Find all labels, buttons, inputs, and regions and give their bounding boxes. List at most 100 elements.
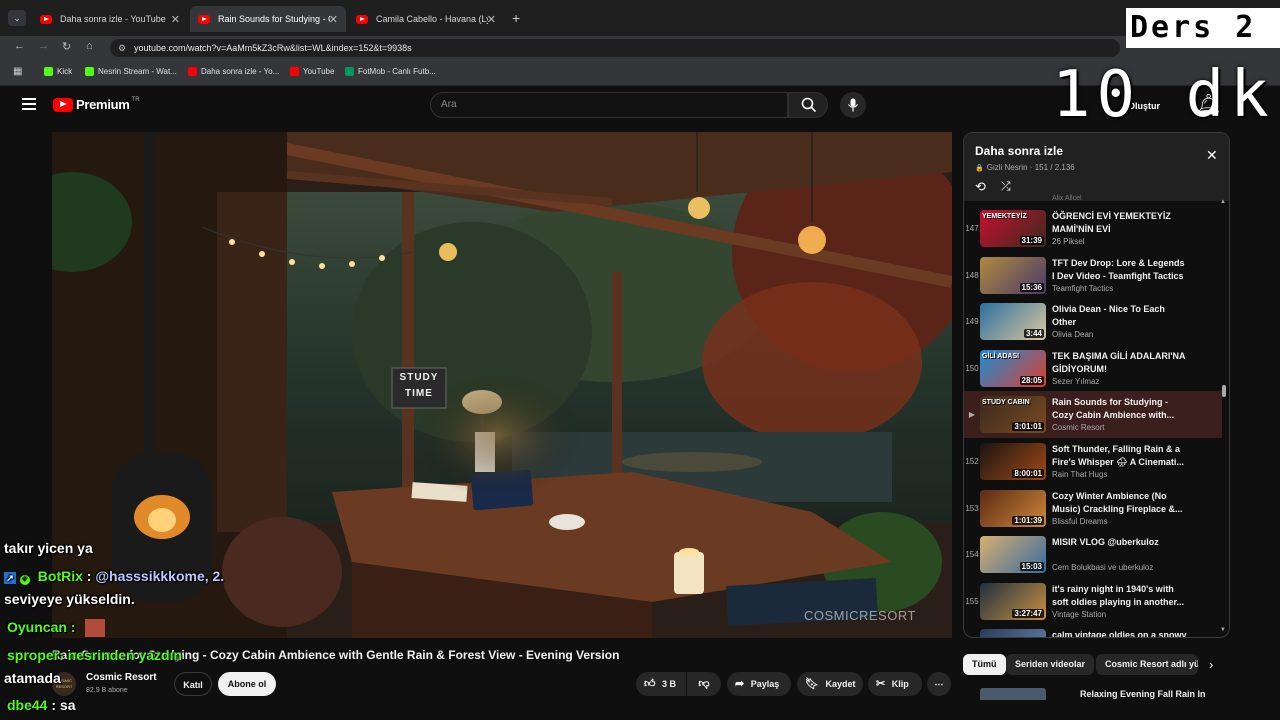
chip-all[interactable]: Tümü	[963, 654, 1006, 675]
scroll-up-icon[interactable]: ▲	[1220, 199, 1226, 205]
close-tab-icon[interactable]: ✕	[329, 13, 338, 26]
playlist-item[interactable]: 148 15:36 TFT Dev Drop: Lore & Legends I D…	[964, 252, 1222, 299]
playlist-item[interactable]: 155 3:27:47 it's rainy night in 1940's wit…	[964, 578, 1222, 625]
playlist-item[interactable]: 152 8:00:01 Soft Thunder, Falling Rain & a…	[964, 438, 1222, 485]
forward-arrow-icon[interactable]: →	[38, 40, 49, 52]
playlist-item[interactable]: 147 YEMEKTEYİZ 31:39 ÖĞRENCİ EVİ YEMEKTEYİZ…	[964, 205, 1222, 252]
video-duration: 3:27:47	[1012, 608, 1044, 618]
browser-tab-camila-cabello[interactable]: Camila Cabello - Havana (Lyric ✕	[348, 6, 504, 32]
bookmark-fotmob[interactable]: FotMob - Canlı Futb...	[345, 67, 436, 76]
study-time-sign: STUDY TIME	[392, 370, 446, 402]
playlist-item-channel: Sezer Yılmaz	[1052, 376, 1100, 386]
video-thumbnail[interactable]: 1:01:39	[980, 489, 1046, 527]
more-icon: ⋯	[934, 679, 944, 689]
chevron-right-icon[interactable]: ›	[1209, 657, 1213, 672]
playlist-item-title: Olivia Dean - Nice To Each Other	[1052, 304, 1165, 328]
playlist-item[interactable]: 154 15:03 MISIR VLOG @uberkuloz Cem Bolukba…	[964, 531, 1222, 578]
playlist-index: 149	[965, 317, 979, 327]
playlist-item-title: it's rainy night in 1940's with soft old…	[1052, 583, 1185, 607]
playlist-item-current[interactable]: ▶ STUDY CABIN 3:01:01 Rain Sounds for Study…	[964, 391, 1222, 439]
reload-icon[interactable]: ↻	[62, 40, 71, 53]
video-duration: 15:36	[1019, 282, 1044, 292]
playlist-item-channel: Cem Bolukbasi ve uberkuloz	[1052, 563, 1154, 573]
video-thumbnail[interactable]: STUDY CABIN 3:01:01	[980, 396, 1046, 434]
clip-button[interactable]: ✂ Klip	[868, 672, 922, 696]
bot-badge-icon: ↗	[4, 572, 16, 584]
video-thumbnail[interactable]: YEMEKTEYİZ 31:39	[980, 210, 1046, 247]
tab-list-dropdown-icon[interactable]: ⌄	[8, 10, 26, 26]
video-thumbnail[interactable]: 15:03	[980, 536, 1046, 574]
dislike-button[interactable]: 👎︎	[687, 672, 721, 696]
chip-series[interactable]: Seriden videolar	[1006, 654, 1095, 675]
browser-nav-bar: ← → ↻ ⌂ ⚙ youtube.com/watch?v=AaMm5kZ3cR…	[0, 36, 1280, 60]
search-input[interactable]: Ara	[430, 92, 788, 118]
chat-username: dbe44	[7, 697, 48, 713]
video-thumbnail[interactable]: 15:36	[980, 256, 1046, 294]
like-button[interactable]: 👍︎ 3 B	[636, 672, 686, 696]
back-arrow-icon[interactable]: ←	[14, 40, 25, 52]
next-video-title[interactable]: Relaxing Evening Fall Rain In	[1080, 689, 1206, 699]
chip-channel[interactable]: Cosmic Resort adlı yü	[1096, 654, 1198, 675]
playlist-item-channel: Olivia Dean	[1052, 330, 1094, 340]
save-button[interactable]: 🔖︎ Kaydet	[797, 672, 863, 696]
chat-line-sproper: sproper: nesrinden yazdın	[7, 647, 183, 663]
playlist-index: 154	[965, 550, 979, 560]
loop-playlist-icon[interactable]: ⟲	[975, 179, 986, 195]
home-icon[interactable]: ⌂	[86, 40, 93, 52]
chat-message: @hasssikkkome, 2.	[95, 568, 225, 584]
chat-line-botrix: ↗ ✓ BotRix : @hasssikkkome, 2.	[4, 568, 224, 585]
playlist-index: 147	[965, 224, 979, 233]
close-playlist-icon[interactable]: ✕	[1206, 147, 1218, 164]
thumbnail-caption: STUDY CABIN	[982, 399, 1030, 407]
address-bar[interactable]: ⚙ youtube.com/watch?v=AaMm5kZ3cRw&list=W…	[110, 39, 1120, 57]
microphone-icon	[848, 98, 858, 112]
chat-username: Oyuncan :	[7, 619, 76, 635]
video-thumbnail[interactable]	[980, 629, 1046, 637]
playlist-title[interactable]: Daha sonra izle	[975, 144, 1063, 158]
chat-separator: :	[86, 568, 92, 584]
chat-line: seviyeye yükseldin.	[4, 591, 135, 607]
scroll-down-icon[interactable]: ▼	[1220, 627, 1226, 633]
playlist-item[interactable]: 150 GİLİ ADASI 28:05 TEK BAŞIMA GİLİ ADALAR…	[964, 345, 1222, 392]
bell-icon[interactable]: 🔔︎	[1196, 92, 1221, 117]
playlist-item[interactable]: 149 3:44 Olivia Dean - Nice To Each Other O…	[964, 298, 1222, 345]
video-thumbnail[interactable]: GİLİ ADASI 28:05	[980, 349, 1046, 387]
youtube-premium-logo[interactable]: Premium TR	[53, 97, 140, 112]
hamburger-menu-icon[interactable]	[22, 98, 36, 110]
video-duration: 1:01:39	[1012, 515, 1044, 525]
next-video-thumbnail[interactable]	[980, 688, 1046, 700]
region-code: TR	[131, 96, 140, 103]
youtube-favicon-icon	[40, 14, 52, 24]
verified-badge-icon: ✓	[19, 575, 30, 585]
logo-text: Premium	[76, 97, 130, 112]
playlist-item[interactable]: 153 1:01:39 Cozy Winter Ambience (No Music…	[964, 485, 1222, 532]
bookmark-youtube[interactable]: YouTube	[290, 67, 334, 76]
share-button[interactable]: ➦ Paylaş	[727, 672, 791, 696]
playlist-item-title: ÖĞRENCİ EVİ YEMEKTEYİZ MAMİ'NİN EVİ	[1052, 211, 1171, 234]
playlist-scrollbar[interactable]	[1222, 385, 1226, 397]
video-thumbnail[interactable]: 3:44	[980, 303, 1046, 341]
bookmark-daha-sonra-izle[interactable]: Daha sonra izle - Yo...	[188, 67, 279, 76]
more-actions-button[interactable]: ⋯	[927, 672, 951, 696]
video-thumbnail[interactable]: 8:00:01	[980, 443, 1046, 480]
site-info-icon[interactable]: ⚙	[118, 39, 126, 57]
url-text: youtube.com/watch?v=AaMm5kZ3cRw&list=WL&…	[134, 43, 412, 53]
bookmark-kick[interactable]: Kick	[44, 67, 72, 76]
new-tab-icon[interactable]: +	[512, 10, 520, 26]
bookmark-nesrin-stream[interactable]: Nesrin Stream - Wat...	[85, 67, 177, 76]
video-thumbnail[interactable]: 3:27:47	[980, 582, 1046, 620]
shuffle-icon[interactable]: ⤮	[1001, 179, 1011, 194]
playlist-item-title: Rain Sounds for Studying - Cozy Cabin Am…	[1052, 397, 1175, 421]
browser-tab-daha-sonra-izle[interactable]: Daha sonra izle - YouTube ✕	[32, 6, 188, 32]
tab-title: Camila Cabello - Havana (Lyric	[376, 14, 488, 24]
thumbs-up-icon: 👍︎	[644, 678, 656, 690]
playlist-item-title: MISIR VLOG @uberkuloz	[1052, 537, 1159, 548]
video-duration: 8:00:01	[1012, 469, 1044, 478]
close-tab-icon[interactable]: ✕	[487, 13, 496, 26]
playlist-item[interactable]: 156calm vintage oldies on a snowy	[964, 624, 1222, 637]
apps-grid-icon[interactable]: ▦	[13, 66, 22, 77]
search-button[interactable]	[788, 92, 828, 118]
close-tab-icon[interactable]: ✕	[171, 13, 180, 26]
browser-tab-rain-sounds[interactable]: Rain Sounds for Studying - Coz ✕	[190, 6, 346, 32]
voice-search-button[interactable]	[840, 92, 866, 118]
